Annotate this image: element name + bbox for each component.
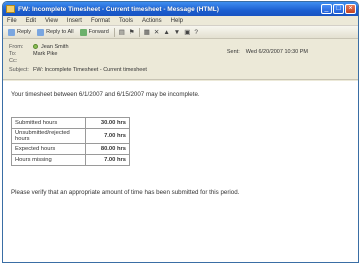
menu-edit[interactable]: Edit xyxy=(26,18,36,24)
forward-label: Forward xyxy=(88,29,109,35)
menu-help[interactable]: Help xyxy=(171,18,183,24)
minimize-button[interactable]: _ xyxy=(321,4,332,14)
address-book-icon[interactable]: ▣ xyxy=(183,28,191,36)
cc-row: Cc: xyxy=(9,57,352,64)
category-icon[interactable]: ▦ xyxy=(143,28,151,36)
sent-value: Wed 6/20/2007 10:30 PM xyxy=(245,49,308,55)
window-title: FW: Incomplete Timesheet - Current times… xyxy=(18,5,219,13)
row-label: Submitted hours xyxy=(11,117,86,129)
close-button[interactable]: × xyxy=(345,4,356,14)
row-value: 7.00 hrs xyxy=(85,128,130,144)
row-value: 7.00 hrs xyxy=(85,154,130,166)
sent-label: Sent: xyxy=(226,49,240,55)
help-icon[interactable]: ? xyxy=(193,29,199,36)
toolbar-separator xyxy=(113,27,115,37)
reply-all-icon xyxy=(37,28,45,36)
table-row: Hours missing 7.00 hrs xyxy=(11,154,130,166)
closing-text: Please verify that an appropriate amount… xyxy=(11,189,240,196)
row-value: 80.00 hrs xyxy=(85,143,130,155)
sent-info: Sent: Wed 6/20/2007 10:30 PM xyxy=(227,49,308,55)
row-label: Expected hours xyxy=(11,143,86,155)
message-header: From: Jean Smith To: Mark Pike Cc: Subje… xyxy=(3,39,358,80)
reply-button[interactable]: Reply xyxy=(6,27,33,37)
row-value: 30.00 hrs xyxy=(85,117,130,129)
menu-actions[interactable]: Actions xyxy=(142,18,162,24)
toolbar-separator xyxy=(138,27,140,37)
menu-format[interactable]: Format xyxy=(91,18,110,24)
outlook-message-window: FW: Incomplete Timesheet - Current times… xyxy=(2,1,359,263)
to-value[interactable]: Mark Pike xyxy=(33,51,57,57)
next-icon[interactable]: ▼ xyxy=(173,29,181,36)
to-label: To: xyxy=(9,50,17,57)
window-controls: _ □ × xyxy=(321,4,356,14)
subject-value: FW: Incomplete Timesheet - Current times… xyxy=(33,66,147,73)
previous-icon[interactable]: ▲ xyxy=(162,29,170,36)
menu-file[interactable]: File xyxy=(7,18,17,24)
intro-text: Your timesheet between 6/1/2007 and 6/15… xyxy=(11,91,200,98)
reply-icon xyxy=(8,28,15,36)
table-row: Expected hours 80.00 hrs xyxy=(11,143,130,155)
forward-icon xyxy=(79,28,87,36)
flag-icon[interactable]: ⚑ xyxy=(128,28,136,36)
delete-icon[interactable]: ✕ xyxy=(153,28,160,36)
presence-icon xyxy=(33,44,38,49)
row-label: Unsubmitted/rejected hours xyxy=(11,128,86,144)
message-body: Your timesheet between 6/1/2007 and 6/15… xyxy=(3,81,358,262)
subject-row: Subject: FW: Incomplete Timesheet - Curr… xyxy=(9,66,352,73)
reply-all-button[interactable]: Reply to All xyxy=(35,27,76,37)
table-row: Submitted hours 30.00 hrs xyxy=(11,117,130,129)
from-label: From: xyxy=(9,43,24,50)
maximize-button[interactable]: □ xyxy=(333,4,344,14)
menu-view[interactable]: View xyxy=(45,18,58,24)
hours-table: Submitted hours 30.00 hrs Unsubmitted/re… xyxy=(11,117,130,166)
menu-bar: File Edit View Insert Format Tools Actio… xyxy=(3,16,358,26)
reply-all-label: Reply to All xyxy=(46,29,74,35)
toolbar: Reply Reply to All Forward ▤ ⚑ ▦ ✕ ▲ ▼ ▣… xyxy=(3,26,358,39)
title-bar[interactable]: FW: Incomplete Timesheet - Current times… xyxy=(3,2,358,16)
reply-label: Reply xyxy=(17,29,32,35)
row-label: Hours missing xyxy=(11,154,86,166)
menu-tools[interactable]: Tools xyxy=(119,18,133,24)
print-icon[interactable]: ▤ xyxy=(118,28,126,36)
menu-insert[interactable]: Insert xyxy=(67,18,82,24)
cc-label: Cc: xyxy=(9,57,18,64)
forward-button[interactable]: Forward xyxy=(78,27,111,37)
table-row: Unsubmitted/rejected hours 7.00 hrs xyxy=(11,128,130,144)
subject-label: Subject: xyxy=(9,66,29,73)
message-icon xyxy=(6,5,15,13)
from-value[interactable]: Jean Smith xyxy=(41,44,69,50)
